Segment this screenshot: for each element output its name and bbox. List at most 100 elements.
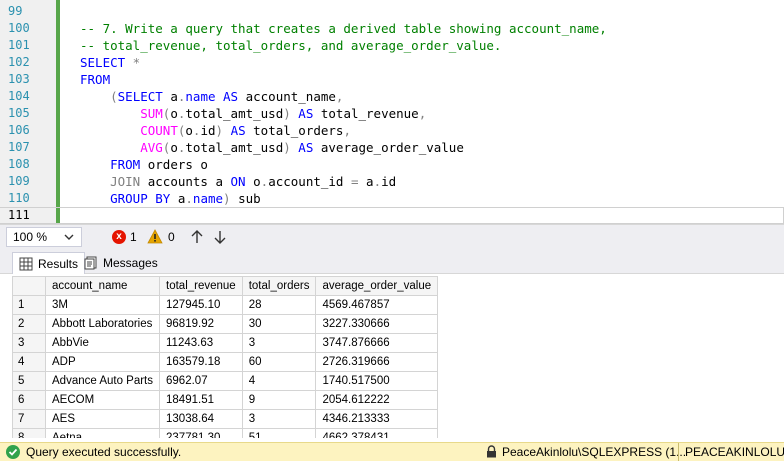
editor-status-toolbar: 100 % x 1 0 — [0, 224, 784, 249]
table-row[interactable]: 1 3M 127945.10 28 4569.467857 — [12, 295, 439, 315]
row-number-cell[interactable]: 2 — [12, 314, 46, 334]
code-token: SELECT — [117, 89, 163, 104]
grid-cell-total-revenue[interactable]: 18491.51 — [159, 390, 243, 410]
grid-cell-total-orders[interactable]: 9 — [241, 390, 317, 410]
grid-cell-average-order-value[interactable]: 2054.612222 — [315, 390, 439, 410]
grid-cell-total-orders[interactable]: 3 — [241, 409, 317, 429]
column-header-average-order-value[interactable]: average_order_value — [315, 276, 439, 296]
grid-cell-account-name[interactable]: Abbott Laboratories — [44, 314, 161, 334]
grid-corner-cell[interactable] — [12, 276, 46, 296]
row-number-cell[interactable]: 3 — [12, 333, 46, 353]
row-number-cell[interactable]: 7 — [12, 409, 46, 429]
grid-cell-total-orders[interactable]: 60 — [241, 352, 317, 372]
grid-cell-account-name[interactable]: 3M — [44, 295, 161, 315]
table-row[interactable]: 5 Advance Auto Parts 6962.07 4 1740.517500 — [12, 371, 439, 391]
code-token: a — [170, 191, 186, 206]
code-text: FROM orders o — [80, 156, 208, 173]
results-grid[interactable]: account_name total_revenue total_orders … — [12, 276, 439, 438]
code-token: SUM — [140, 106, 163, 121]
code-token: , — [335, 89, 344, 104]
code-text: GROUP BY a.name) sub — [80, 190, 261, 207]
row-number-cell[interactable]: 5 — [12, 371, 46, 391]
error-icon[interactable]: x — [112, 230, 126, 244]
line-number: 108 — [8, 157, 30, 171]
code-token: AS — [215, 89, 239, 104]
grid-cell-average-order-value[interactable]: 3747.876666 — [315, 333, 439, 353]
column-header-total-orders[interactable]: total_orders — [241, 276, 317, 296]
code-line[interactable]: 100 -- 7. Write a query that creates a de… — [0, 20, 784, 37]
code-line[interactable]: 106 COUNT(o.id) AS total_orders, — [0, 122, 784, 139]
code-line[interactable]: 101 -- total_revenue, total_orders, and a… — [0, 37, 784, 54]
grid-cell-account-name[interactable]: AECOM — [44, 390, 161, 410]
warning-count: 0 — [168, 230, 175, 244]
tab-messages-label: Messages — [103, 256, 158, 270]
code-token: a — [358, 174, 374, 189]
grid-cell-account-name[interactable]: ADP — [44, 352, 161, 372]
code-token: id — [381, 174, 397, 189]
code-token: AS — [290, 106, 314, 121]
table-row[interactable]: 6 AECOM 18491.51 9 2054.612222 — [12, 390, 439, 410]
table-row[interactable]: 8 Aetna 237781.30 51 4662.378431 — [12, 428, 439, 438]
arrow-down-icon[interactable] — [213, 229, 227, 245]
row-number-cell[interactable]: 8 — [12, 428, 46, 438]
column-header-total-revenue[interactable]: total_revenue — [159, 276, 243, 296]
grid-cell-total-revenue[interactable]: 163579.18 — [159, 352, 243, 372]
line-number: 101 — [8, 38, 30, 52]
code-line[interactable]: 107 AVG(o.total_amt_usd) AS average_orde… — [0, 139, 784, 156]
code-line[interactable]: 111 — [0, 207, 784, 224]
grid-cell-total-revenue[interactable]: 96819.92 — [159, 314, 243, 334]
grid-cell-total-orders[interactable]: 28 — [241, 295, 317, 315]
results-grid-area[interactable]: account_name total_revenue total_orders … — [0, 274, 784, 438]
table-row[interactable]: 3 AbbVie 11243.63 3 3747.876666 — [12, 333, 439, 353]
code-line[interactable]: 105 SUM(o.total_amt_usd) AS total_revenu… — [0, 105, 784, 122]
grid-cell-total-orders[interactable]: 51 — [241, 428, 317, 438]
code-line[interactable]: 108 FROM orders o — [0, 156, 784, 173]
table-row[interactable]: 2 Abbott Laboratories 96819.92 30 3227.33066… — [12, 314, 439, 334]
grid-cell-average-order-value[interactable]: 4346.213333 — [315, 409, 439, 429]
grid-cell-total-revenue[interactable]: 237781.30 — [159, 428, 243, 438]
grid-cell-total-revenue[interactable]: 13038.64 — [159, 409, 243, 429]
grid-cell-average-order-value[interactable]: 3227.330666 — [315, 314, 439, 334]
code-line[interactable]: 99 — [0, 3, 784, 20]
grid-cell-account-name[interactable]: AES — [44, 409, 161, 429]
grid-cell-account-name[interactable]: Aetna — [44, 428, 161, 438]
code-line[interactable]: 103 FROM — [0, 71, 784, 88]
grid-cell-account-name[interactable]: Advance Auto Parts — [44, 371, 161, 391]
code-token: * — [125, 55, 141, 70]
query-editor[interactable]: 99 100 -- 7. Write a query that creates a … — [0, 0, 784, 224]
code-line[interactable]: 102 SELECT * — [0, 54, 784, 71]
grid-cell-total-orders[interactable]: 3 — [241, 333, 317, 353]
table-row[interactable]: 4 ADP 163579.18 60 2726.319666 — [12, 352, 439, 372]
grid-cell-total-revenue[interactable]: 6962.07 — [159, 371, 243, 391]
code-line[interactable]: 109 JOIN accounts a ON o.account_id = a.… — [0, 173, 784, 190]
code-token: . — [185, 191, 193, 206]
code-token: total_revenue — [313, 106, 419, 121]
code-line[interactable]: 104 (SELECT a.name AS account_name, — [0, 88, 784, 105]
code-token: o — [245, 174, 261, 189]
tab-results[interactable]: Results — [12, 252, 86, 274]
grid-cell-average-order-value[interactable]: 4569.467857 — [315, 295, 439, 315]
line-number: 105 — [8, 106, 30, 120]
table-row[interactable]: 7 AES 13038.64 3 4346.213333 — [12, 409, 439, 429]
arrow-up-icon[interactable] — [190, 229, 204, 245]
grid-cell-total-revenue[interactable]: 11243.63 — [159, 333, 243, 353]
grid-cell-average-order-value[interactable]: 4662.378431 — [315, 428, 439, 438]
row-number-cell[interactable]: 4 — [12, 352, 46, 372]
grid-cell-total-revenue[interactable]: 127945.10 — [159, 295, 243, 315]
grid-cell-account-name[interactable]: AbbVie — [44, 333, 161, 353]
zoom-dropdown[interactable]: 100 % — [6, 227, 82, 247]
warning-icon[interactable] — [147, 229, 163, 244]
zoom-value: 100 % — [13, 230, 48, 244]
grid-cell-total-orders[interactable]: 30 — [241, 314, 317, 334]
grid-cell-average-order-value[interactable]: 2726.319666 — [315, 352, 439, 372]
code-line[interactable]: 110 GROUP BY a.name) sub — [0, 190, 784, 207]
code-text: (SELECT a.name AS account_name, — [80, 88, 343, 105]
tab-messages[interactable]: Messages — [78, 252, 164, 274]
row-number-cell[interactable]: 1 — [12, 295, 46, 315]
grid-cell-total-orders[interactable]: 4 — [241, 371, 317, 391]
row-number-cell[interactable]: 6 — [12, 390, 46, 410]
column-header-account-name[interactable]: account_name — [44, 276, 161, 296]
line-number: 106 — [8, 123, 30, 137]
grid-cell-average-order-value[interactable]: 1740.517500 — [315, 371, 439, 391]
